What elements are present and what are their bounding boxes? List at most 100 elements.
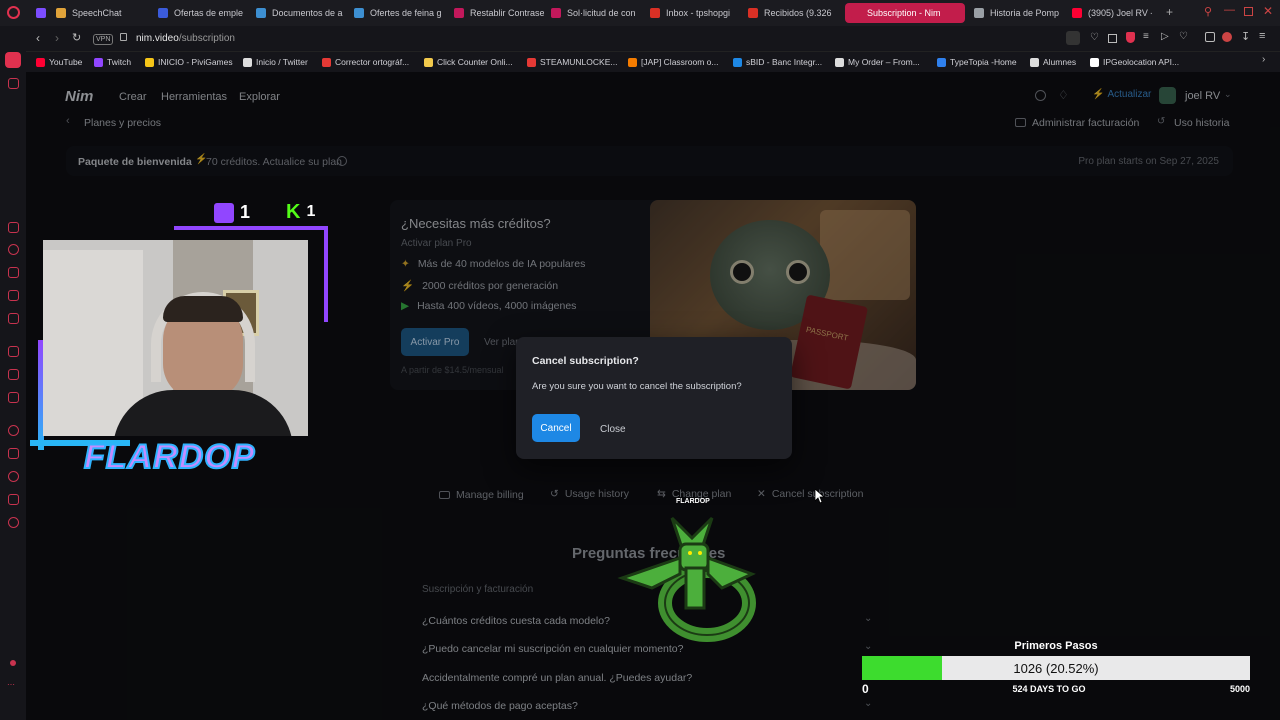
- activate-pro-button[interactable]: Activar Pro: [401, 328, 469, 356]
- nav-tools[interactable]: Herramientas: [161, 91, 227, 103]
- manage-billing-link[interactable]: Administrar facturación: [1032, 117, 1139, 129]
- bookmark-item[interactable]: Alumnes: [1030, 54, 1076, 70]
- bookmark-item[interactable]: IPGeolocation API...: [1090, 54, 1179, 70]
- bookmark-item[interactable]: Click Counter Onli...: [424, 54, 513, 70]
- whatsapp-icon[interactable]: [8, 244, 19, 255]
- messenger-icon[interactable]: [8, 222, 19, 233]
- telegram-icon[interactable]: [8, 290, 19, 301]
- bookmark-item[interactable]: STEAMUNLOCKE...: [527, 54, 617, 70]
- url-path: /subscription: [178, 33, 235, 44]
- browser-tab[interactable]: Recibidos (9.326: [748, 3, 838, 23]
- upgrade-button[interactable]: ⚡ Actualizar: [1092, 89, 1151, 100]
- more-side-icon[interactable]: ⋯: [7, 680, 15, 689]
- tab-label: Subscription - Nim: [867, 8, 941, 18]
- bookmark-item[interactable]: Inicio / Twitter: [243, 54, 308, 70]
- browser-tab[interactable]: SpeechChat: [56, 3, 148, 23]
- faq-question[interactable]: ¿Qué métodos de pago aceptas?: [422, 700, 578, 712]
- bookmark-item[interactable]: My Order – From...: [835, 54, 920, 70]
- forward-icon[interactable]: ›: [55, 31, 59, 45]
- nav-create[interactable]: Crear: [119, 91, 147, 103]
- faq-question[interactable]: Accidentalmente compré un plan anual. ¿P…: [422, 672, 692, 684]
- nav-explore[interactable]: Explorar: [239, 91, 280, 103]
- bell-icon[interactable]: ♢: [1058, 88, 1069, 102]
- x-icon[interactable]: [8, 392, 19, 403]
- player-icon[interactable]: ▷: [1161, 31, 1169, 42]
- bookmarks-more-icon[interactable]: ›: [1262, 54, 1265, 65]
- chevron-down-icon[interactable]: ⌄: [864, 698, 872, 709]
- lock-icon: [120, 33, 127, 41]
- vpn-badge[interactable]: VPN: [93, 34, 114, 45]
- shield-icon[interactable]: [1126, 32, 1135, 43]
- close-button[interactable]: Close: [600, 424, 626, 435]
- maximize-icon[interactable]: [1244, 7, 1253, 16]
- speed-dial-icon[interactable]: [8, 78, 19, 89]
- history-icon[interactable]: [8, 471, 19, 482]
- nim-logo[interactable]: Nim: [65, 88, 93, 105]
- bookmark-item[interactable]: TypeTopia -Home: [937, 54, 1017, 70]
- bookmark-label: [JAP] Classroom o...: [641, 57, 719, 67]
- browser-tab[interactable]: Sol·licitud de con: [551, 3, 641, 23]
- url-field[interactable]: nim.video/subscription: [136, 33, 235, 44]
- bookmark-item[interactable]: INICIO - PiviGames: [145, 54, 233, 70]
- instagram-icon[interactable]: [8, 267, 19, 278]
- browser-tab[interactable]: Historia de Pomp: [974, 3, 1064, 23]
- wallet-icon[interactable]: [8, 448, 19, 459]
- close-window-icon[interactable]: ✕: [1263, 4, 1273, 18]
- extensions-icon[interactable]: [1205, 32, 1215, 42]
- bookmark-item[interactable]: YouTube: [36, 54, 82, 70]
- pin-icon[interactable]: [10, 660, 16, 666]
- tab-workspace-icon[interactable]: [36, 8, 46, 18]
- browser-tab[interactable]: Documentos de a: [256, 3, 346, 23]
- user-chevron-icon[interactable]: ⌄: [1224, 89, 1232, 100]
- kick-count: 1: [306, 203, 316, 220]
- menu-icon[interactable]: ≡: [1259, 30, 1265, 42]
- bookmark-item[interactable]: Twitch: [94, 54, 131, 70]
- easy-files-icon[interactable]: ≡: [1143, 31, 1149, 42]
- download-icon[interactable]: ↧: [1241, 30, 1250, 43]
- usage-history-action[interactable]: ↺ Usage history: [550, 488, 629, 500]
- aria-icon[interactable]: [8, 346, 19, 357]
- manage-billing-action[interactable]: Manage billing: [439, 489, 524, 501]
- back-icon[interactable]: ‹: [36, 31, 40, 45]
- minimize-icon[interactable]: —: [1224, 4, 1235, 16]
- browser-tab[interactable]: Restablir Contrase: [454, 3, 544, 23]
- discord-icon[interactable]: [8, 313, 19, 324]
- user-name[interactable]: joel RV: [1185, 90, 1220, 102]
- snapshot-icon[interactable]: [1108, 34, 1117, 43]
- browser-tab[interactable]: Ofertes de feina g: [354, 3, 444, 23]
- bookmark-item[interactable]: [JAP] Classroom o...: [628, 54, 718, 70]
- profile-icon[interactable]: [1222, 32, 1232, 42]
- back-chevron-icon[interactable]: ‹: [66, 115, 70, 127]
- breadcrumb[interactable]: Planes y precios: [84, 117, 161, 129]
- browser-tab[interactable]: Ofertas de emple: [158, 3, 248, 23]
- info-icon[interactable]: [337, 156, 347, 166]
- cancel-subscription-action[interactable]: ✕ Cancel subscription: [757, 488, 863, 500]
- browser-tab[interactable]: Inbox - tpshopgi: [650, 3, 740, 23]
- browser-tab[interactable]: (3905) Joel RV -: [1072, 3, 1152, 23]
- bookmark-item[interactable]: Corrector ortográf...: [322, 54, 409, 70]
- heart-icon[interactable]: ♡: [1179, 31, 1188, 42]
- usage-history-link[interactable]: Uso historia: [1174, 117, 1229, 129]
- home-icon[interactable]: [5, 52, 21, 68]
- search-tabs-icon[interactable]: ⚲: [1204, 5, 1212, 18]
- new-tab-icon[interactable]: +: [1166, 5, 1173, 19]
- reload-icon[interactable]: ↻: [72, 31, 81, 44]
- bookmark-label: TypeTopia -Home: [950, 57, 1017, 67]
- chevron-down-icon[interactable]: ⌄: [864, 613, 872, 624]
- twitch-side-icon[interactable]: [8, 369, 19, 380]
- bookmark-item[interactable]: sBID - Banc Integr...: [733, 54, 822, 70]
- bookmark-icon[interactable]: ♡: [1090, 32, 1099, 43]
- play-feature-icon: ▶: [401, 300, 410, 312]
- opera-logo-icon[interactable]: [7, 6, 20, 19]
- browser-tab[interactable]: Subscription - Nim: [845, 3, 965, 23]
- translate-icon[interactable]: [1066, 31, 1080, 45]
- settings-icon[interactable]: [8, 517, 19, 528]
- feature-label: Más de 40 modelos de IA populares: [417, 258, 586, 270]
- search-icon[interactable]: [1035, 90, 1046, 101]
- player-side-icon[interactable]: [8, 425, 19, 436]
- bookmarks-side-icon[interactable]: [8, 494, 19, 505]
- confirm-cancel-button[interactable]: Cancel: [532, 414, 580, 442]
- faq-question[interactable]: ¿Cuántos créditos cuesta cada modelo?: [422, 615, 610, 627]
- avatar[interactable]: [1159, 87, 1176, 104]
- bookmark-favicon-icon: [1030, 57, 1039, 67]
